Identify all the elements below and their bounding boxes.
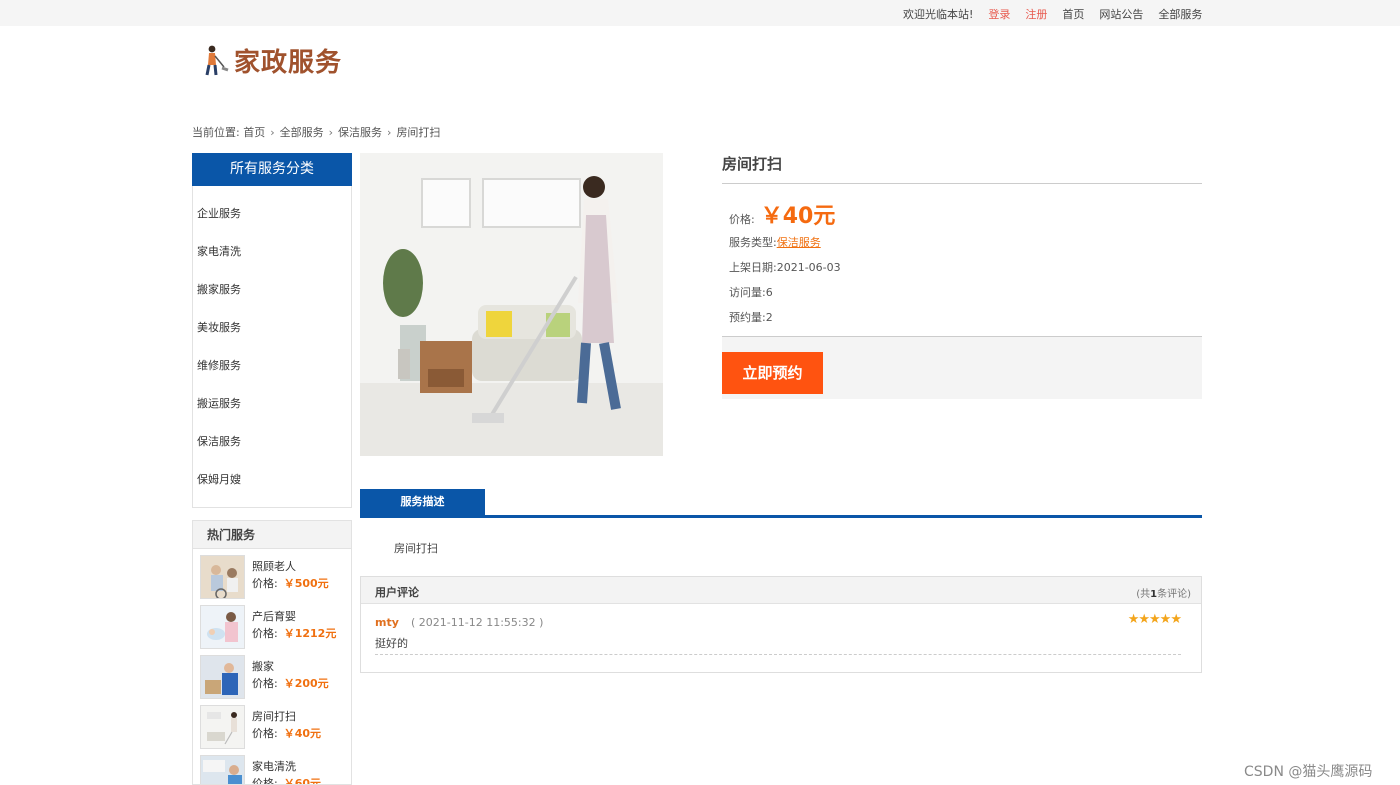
site-logo[interactable]: 家政服务 bbox=[200, 42, 342, 79]
service-type-label: 服务类型: bbox=[729, 236, 777, 249]
hot-service-price: 价格: ￥1212元 bbox=[252, 627, 337, 640]
register-link[interactable]: 注册 bbox=[1025, 6, 1047, 22]
category-panel: 所有服务分类 企业服务 家电清洗 搬家服务 美妆服务 维修服务 搬运服务 保洁服… bbox=[192, 153, 352, 508]
hot-service-item[interactable]: 搬家 价格: ￥200元 bbox=[193, 649, 351, 699]
service-description: 房间打扫 bbox=[394, 542, 438, 555]
hot-service-name[interactable]: 产后育婴 bbox=[252, 608, 296, 624]
visits-label: 访问量: bbox=[729, 286, 766, 299]
visits-row: 访问量:6 bbox=[722, 280, 1202, 305]
service-thumbnail[interactable] bbox=[200, 605, 245, 649]
breadcrumb: 当前位置: 首页 › 全部服务 › 保洁服务 › 房间打扫 bbox=[192, 124, 440, 140]
hot-service-name[interactable]: 搬家 bbox=[252, 658, 274, 674]
detail-tabs: 服务描述 bbox=[360, 489, 1202, 518]
service-main-photo bbox=[360, 153, 663, 456]
nav-notice-link[interactable]: 网站公告 bbox=[1099, 6, 1143, 22]
bookings-row: 预约量:2 bbox=[722, 305, 1202, 330]
hot-services-panel: 热门服务 照顾老人 价格: ￥500元 产后育婴 价格: ￥1212元 搬家 价格:… bbox=[192, 520, 352, 785]
hot-service-name[interactable]: 房间打扫 bbox=[252, 708, 296, 724]
service-thumbnail[interactable] bbox=[200, 755, 245, 784]
price-row: 价格: ￥40元 bbox=[722, 198, 1202, 230]
hot-service-price: 价格: ￥60元 bbox=[252, 777, 322, 785]
login-link[interactable]: 登录 bbox=[988, 6, 1010, 22]
breadcrumb-all-services[interactable]: 全部服务 bbox=[280, 126, 324, 139]
tab-description[interactable]: 服务描述 bbox=[360, 489, 485, 515]
breadcrumb-prefix: 当前位置: bbox=[192, 126, 240, 139]
book-now-button[interactable]: 立即预约 bbox=[722, 352, 823, 394]
service-thumbnail[interactable] bbox=[200, 705, 245, 749]
category-item[interactable]: 保洁服务 bbox=[193, 434, 351, 472]
hot-service-item[interactable]: 产后育婴 价格: ￥1212元 bbox=[193, 599, 351, 649]
hot-service-item[interactable]: 家电清洗 价格: ￥60元 bbox=[193, 749, 351, 785]
breadcrumb-current: 房间打扫 bbox=[396, 126, 441, 139]
service-type-link[interactable]: 保洁服务 bbox=[777, 236, 821, 249]
listing-date-value: 2021-06-03 bbox=[776, 261, 841, 274]
listing-date-label: 上架日期: bbox=[729, 261, 777, 274]
review-user: mty bbox=[375, 616, 399, 629]
review-item: mty ( 2021-11-12 11:55:32 ) ★★★★★ 挺好的 bbox=[375, 604, 1182, 655]
service-title: 房间打扫 bbox=[722, 153, 1202, 184]
chevron-right-icon: › bbox=[328, 126, 334, 139]
category-item[interactable]: 保姆月嫂 bbox=[193, 472, 351, 510]
category-item[interactable]: 家电清洗 bbox=[193, 244, 351, 282]
reviews-count: (共1条评论) bbox=[1136, 589, 1191, 600]
hot-service-name[interactable]: 照顾老人 bbox=[252, 558, 296, 574]
category-item[interactable]: 美妆服务 bbox=[193, 320, 351, 358]
hot-services-title: 热门服务 bbox=[193, 521, 351, 549]
logo-text: 家政服务 bbox=[234, 48, 343, 78]
category-item[interactable]: 企业服务 bbox=[193, 206, 351, 244]
nav-home-link[interactable]: 首页 bbox=[1062, 6, 1084, 22]
visits-value: 6 bbox=[765, 286, 773, 299]
review-text: 挺好的 bbox=[375, 637, 408, 650]
hot-service-price: 价格: ￥200元 bbox=[252, 677, 329, 690]
watermark-text: CSDN @猫头鹰源码 bbox=[1244, 764, 1373, 780]
review-time: ( 2021-11-12 11:55:32 ) bbox=[411, 616, 544, 629]
reviews-header: 用户评论 (共1条评论) bbox=[361, 577, 1201, 604]
breadcrumb-cleaning[interactable]: 保洁服务 bbox=[338, 126, 382, 139]
top-bar: 欢迎光临本站! 登录 注册 首页 网站公告 全部服务 bbox=[0, 0, 1400, 26]
chevron-right-icon: › bbox=[270, 126, 275, 139]
hot-service-price: 价格: ￥40元 bbox=[252, 727, 322, 740]
service-detail: 房间打扫 价格: ￥40元 服务类型:保洁服务 上架日期:2021-06-03 … bbox=[722, 153, 1202, 399]
category-item[interactable]: 搬家服务 bbox=[193, 282, 351, 320]
hot-service-item[interactable]: 照顾老人 价格: ￥500元 bbox=[193, 549, 351, 599]
welcome-text: 欢迎光临本站! bbox=[903, 8, 974, 21]
price-value: ￥40元 bbox=[760, 204, 836, 229]
reviews-panel: 用户评论 (共1条评论) mty ( 2021-11-12 11:55:32 )… bbox=[360, 576, 1202, 673]
category-panel-title: 所有服务分类 bbox=[192, 153, 352, 186]
service-thumbnail[interactable] bbox=[200, 655, 245, 699]
cleaner-figure-icon bbox=[205, 45, 229, 75]
hot-service-item[interactable]: 房间打扫 价格: ￥40元 bbox=[193, 699, 351, 749]
bookings-value: 2 bbox=[765, 311, 773, 324]
nav-all-services-link[interactable]: 全部服务 bbox=[1158, 6, 1202, 22]
category-item[interactable]: 维修服务 bbox=[193, 358, 351, 396]
service-thumbnail[interactable] bbox=[200, 555, 245, 599]
action-area: 立即预约 bbox=[722, 336, 1202, 399]
listing-date-row: 上架日期:2021-06-03 bbox=[722, 255, 1202, 280]
reviews-title: 用户评论 bbox=[375, 586, 419, 599]
hot-service-price: 价格: ￥500元 bbox=[252, 577, 329, 590]
chevron-right-icon: › bbox=[387, 126, 392, 139]
price-label: 价格: bbox=[729, 213, 755, 226]
hot-service-name[interactable]: 家电清洗 bbox=[252, 758, 296, 774]
category-item[interactable]: 搬运服务 bbox=[193, 396, 351, 434]
breadcrumb-home[interactable]: 首页 bbox=[243, 126, 265, 139]
bookings-label: 预约量: bbox=[729, 311, 766, 324]
service-type-row: 服务类型:保洁服务 bbox=[722, 230, 1202, 255]
star-rating-icon: ★★★★★ bbox=[1127, 612, 1182, 627]
